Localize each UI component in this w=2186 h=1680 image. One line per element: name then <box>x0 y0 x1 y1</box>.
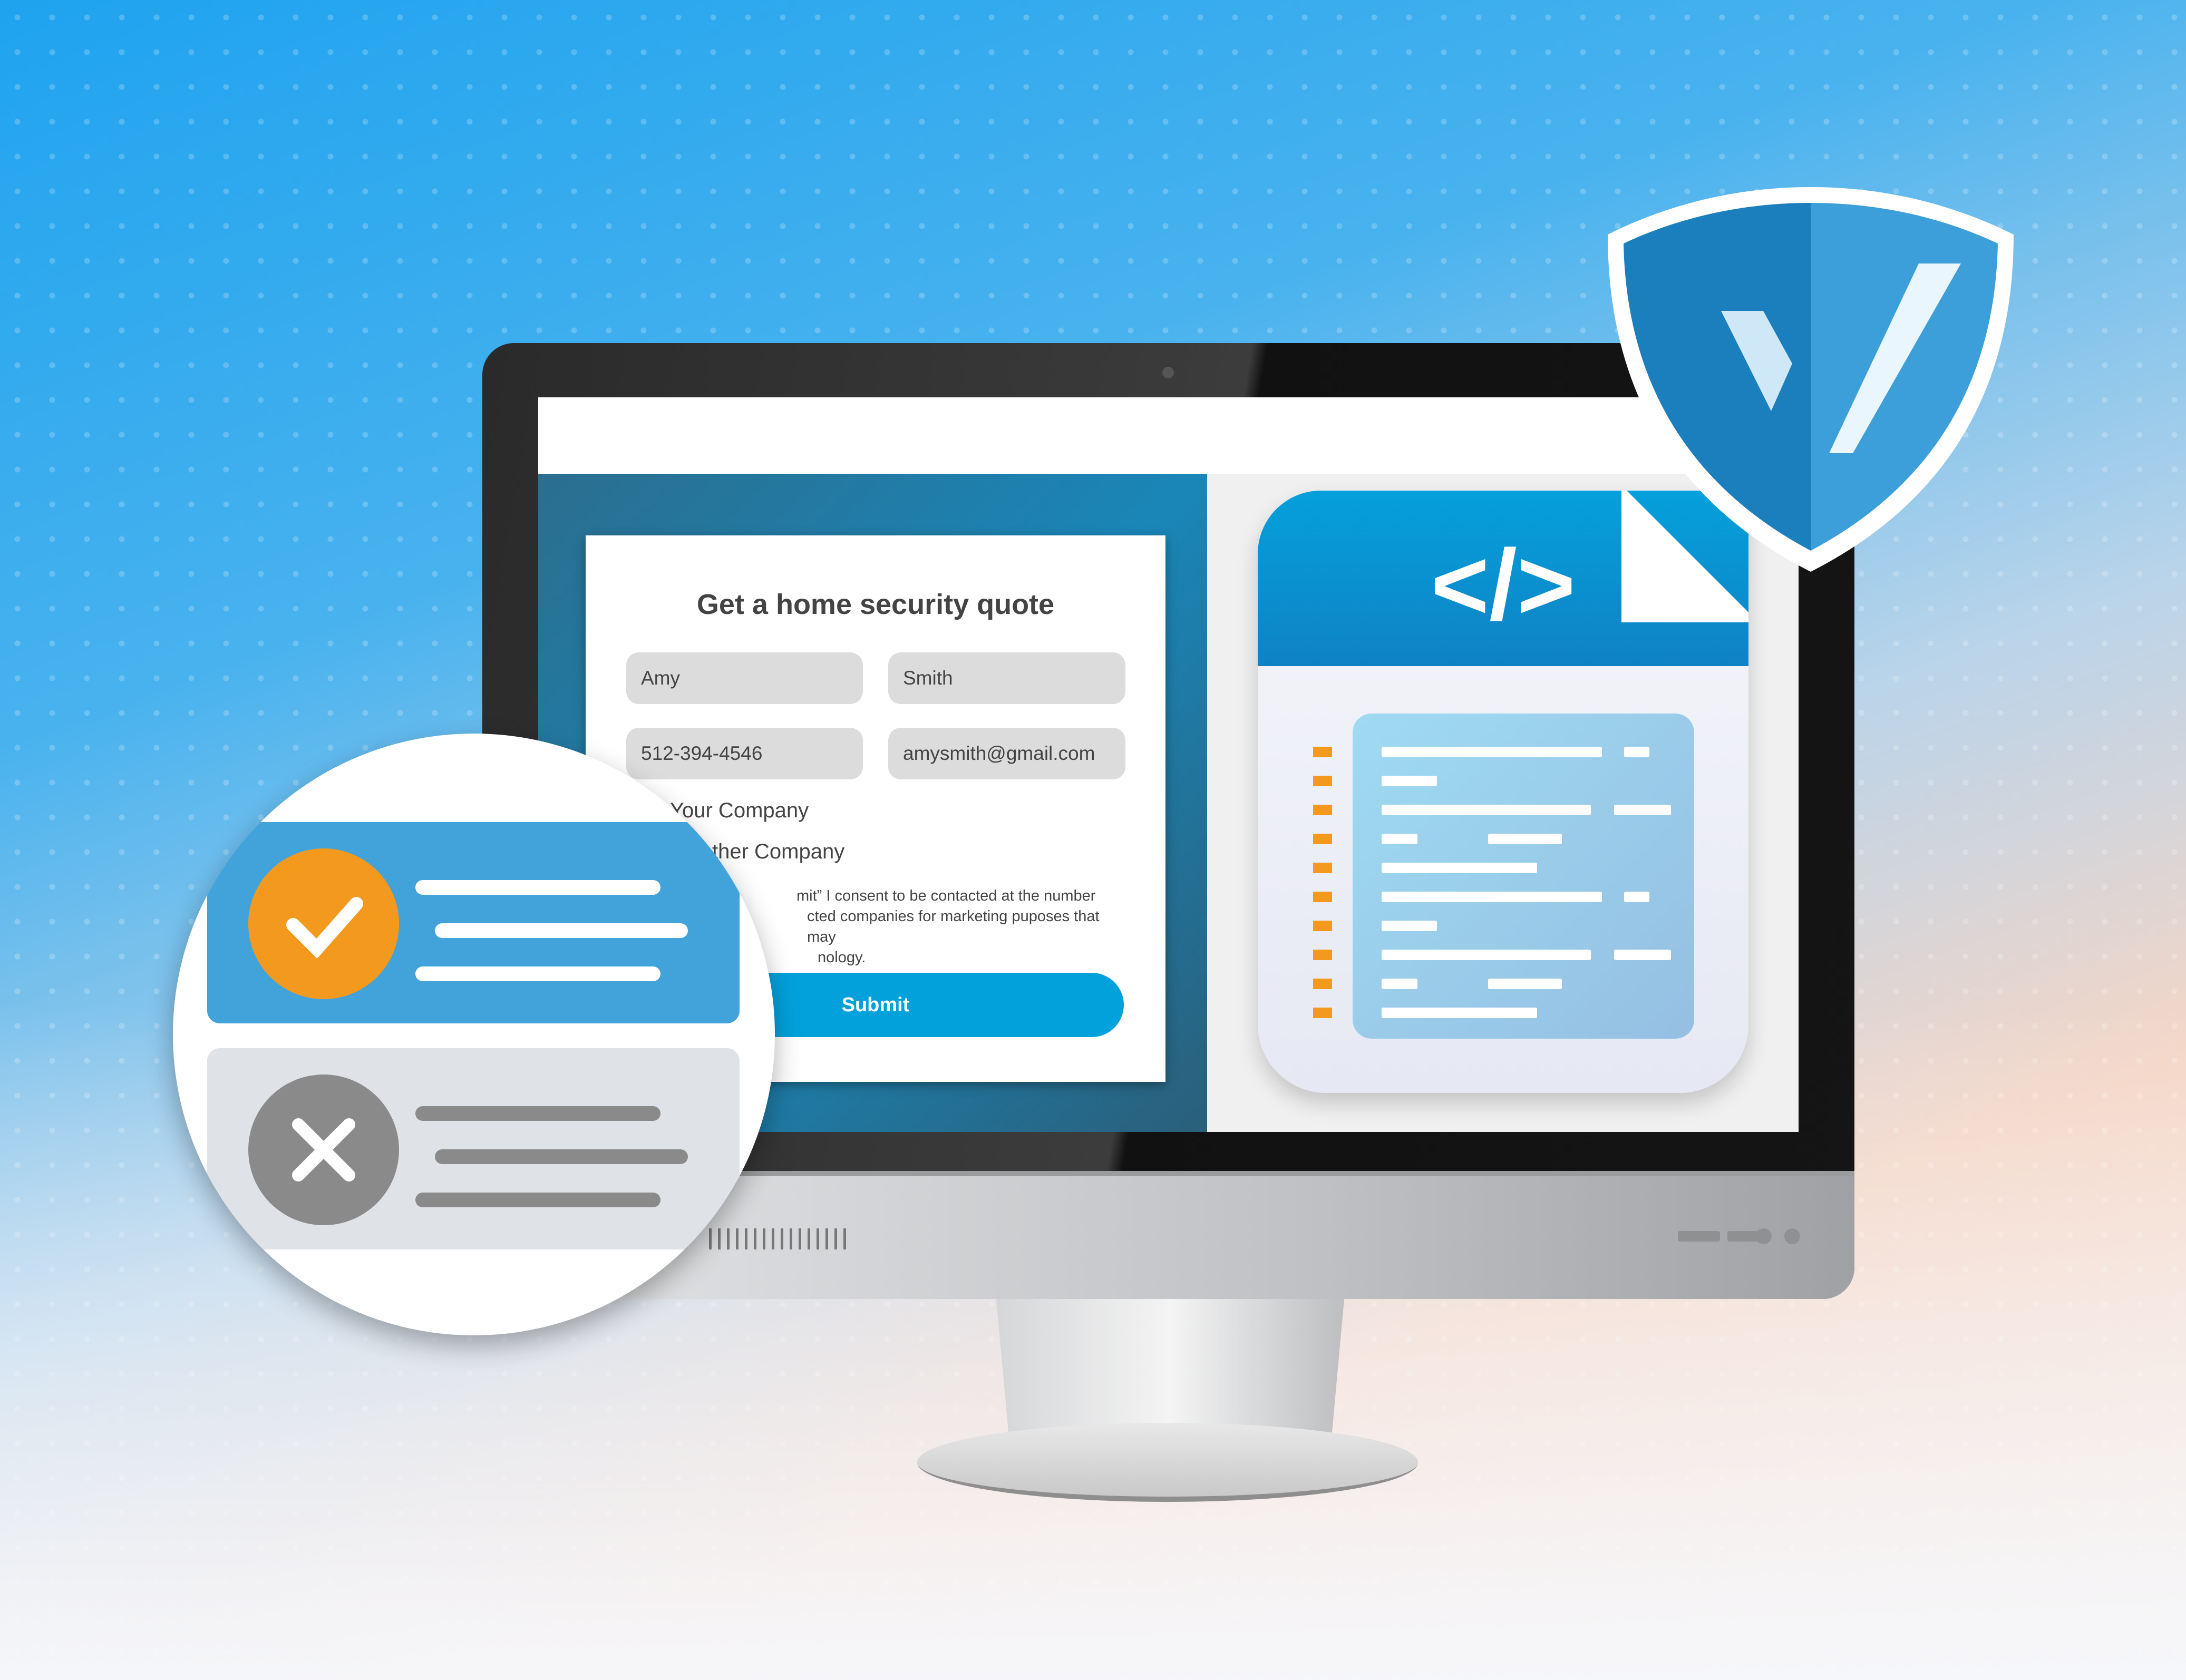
power-button <box>1784 1228 1800 1244</box>
option-your-company[interactable]: Your Company <box>670 799 809 823</box>
first-name-field[interactable]: Amy <box>626 652 863 704</box>
code-document: </> <box>1258 491 1748 1093</box>
power-button <box>1756 1228 1772 1244</box>
shield-check-icon <box>1608 187 2014 572</box>
status-item-error <box>207 1048 740 1249</box>
code-panel <box>1353 714 1694 1039</box>
monitor-control <box>1678 1231 1720 1242</box>
phone-field[interactable]: 512-394-4546 <box>626 728 863 779</box>
check-icon <box>248 848 399 999</box>
camera-icon <box>1162 367 1174 378</box>
email-field[interactable]: amysmith@gmail.com <box>888 728 1125 779</box>
last-name-field[interactable]: Smith <box>888 652 1125 704</box>
form-title: Get a home security quote <box>696 589 1055 620</box>
status-item-success <box>207 822 740 1023</box>
status-list <box>173 734 775 1335</box>
bullet-list <box>1313 747 1332 1018</box>
x-icon <box>248 1075 399 1225</box>
monitor-base <box>917 1423 1418 1502</box>
